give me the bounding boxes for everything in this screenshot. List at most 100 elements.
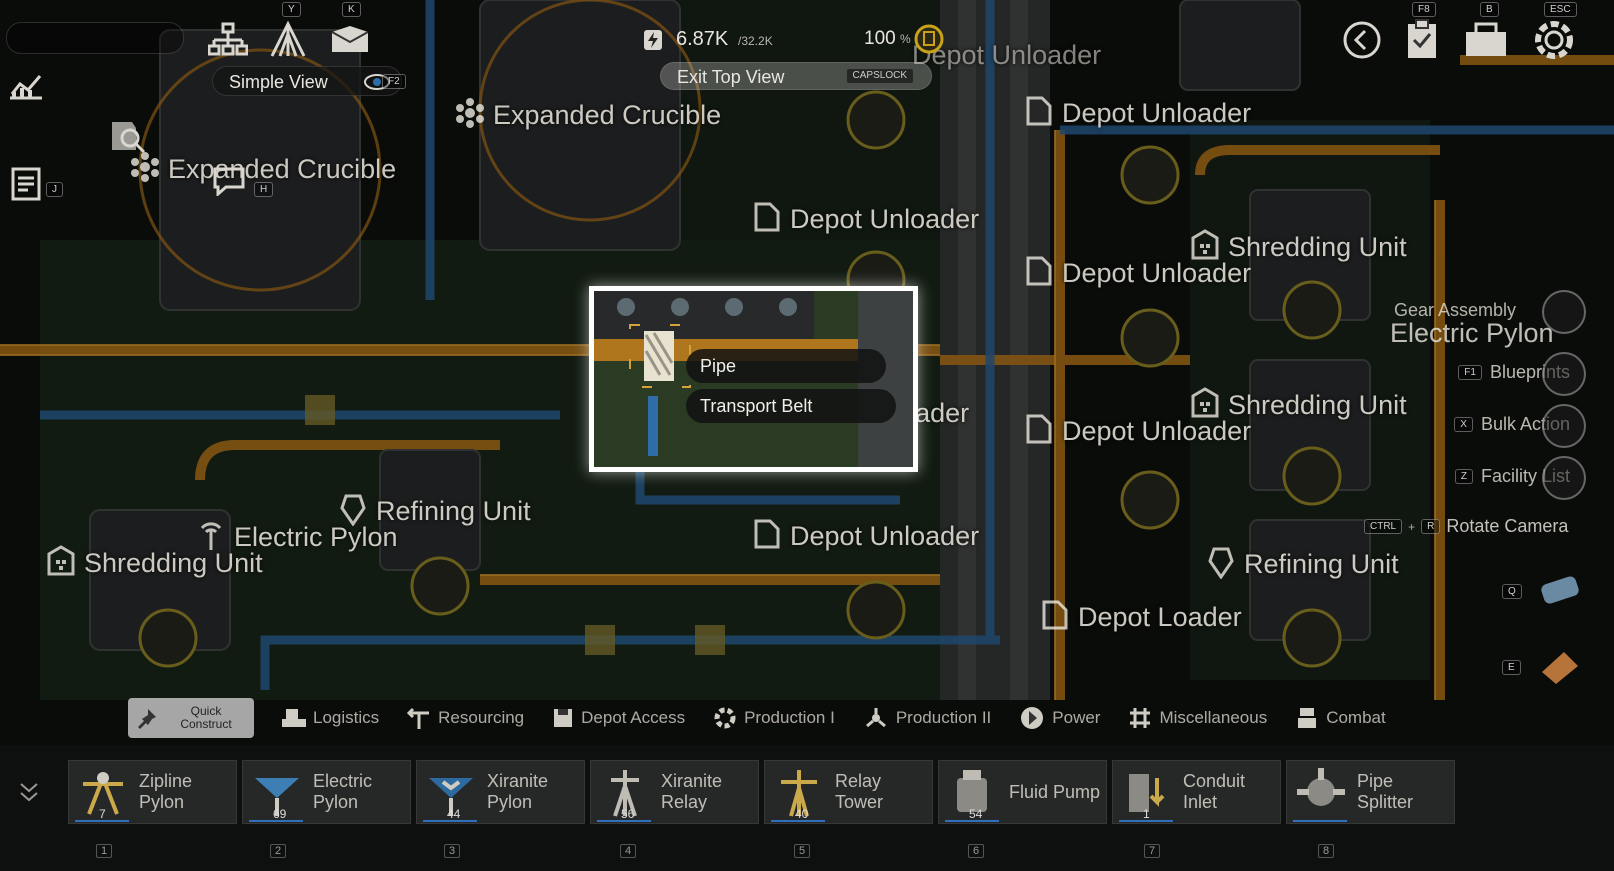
tray-slot-zipline-pylon[interactable]: 7 Zipline Pylon	[68, 760, 237, 824]
map-label-electric-pylon: Electric Pylon	[196, 518, 398, 553]
tray-slot-electric-pylon[interactable]: 69 Electric Pylon	[242, 760, 411, 824]
tray-slot-conduit-inlet[interactable]: 1 Conduit Inlet	[1112, 760, 1281, 824]
blueprints-button[interactable]	[1542, 352, 1586, 396]
map-label-refining-unit: Refining Unit	[1206, 545, 1399, 580]
hotkey-5: 5	[794, 844, 811, 858]
clipboard-icon[interactable]	[1404, 18, 1440, 60]
hotkey-7: 7	[1144, 844, 1161, 858]
key-hint-y: Y	[282, 2, 301, 17]
power-capacity: /32.2K	[738, 34, 773, 48]
map-label-shredding-unit: Shredding Unit	[1190, 228, 1407, 263]
electric-pylon-label: Electric Pylon	[1390, 318, 1554, 348]
build-option-pipe[interactable]: Pipe	[686, 349, 886, 383]
chat-icon[interactable]	[212, 166, 246, 196]
stats-chart-icon[interactable]	[8, 68, 44, 100]
build-tray: 7 Zipline Pylon 69 Electric Pylon 44 Xir…	[68, 760, 1455, 824]
key-hint-k: K	[342, 2, 361, 17]
rotate-camera-hint[interactable]: CTRL + R Rotate Camera	[1364, 516, 1568, 537]
map-label-expanded-crucible: Expanded Crucible	[455, 96, 721, 131]
pylon-icon	[200, 522, 222, 550]
depot-icon	[1026, 96, 1052, 126]
back-icon[interactable]	[1342, 20, 1382, 60]
quick-construct-button[interactable]: Quick Construct	[128, 698, 254, 738]
pipe-splitter-icon	[1297, 768, 1345, 806]
depot-icon	[754, 519, 780, 549]
shredder-icon	[47, 545, 75, 576]
hierarchy-icon[interactable]	[208, 22, 248, 58]
production-ii-icon	[865, 708, 886, 728]
build-option-transport-belt[interactable]: Transport Belt	[686, 389, 896, 423]
key-hint-b: B	[1480, 2, 1499, 17]
key-hint-j: J	[46, 182, 63, 197]
tray-slot-relay-tower[interactable]: 40 Relay Tower	[764, 760, 933, 824]
shredder-icon	[1191, 387, 1219, 418]
power-current: 6.87K	[676, 28, 729, 50]
misc-grid-icon	[1130, 708, 1151, 728]
refinery-icon	[1208, 547, 1234, 579]
hotkey-3: 3	[444, 844, 461, 858]
category-resourcing[interactable]: Resourcing	[393, 697, 538, 739]
build-selection-popup: Pipe Transport Belt	[589, 286, 918, 472]
game-viewport[interactable]: Expanded Crucible Expanded Crucible Depo…	[0, 0, 1614, 871]
tray-slot-pipe-splitter[interactable]: Pipe Splitter	[1286, 760, 1455, 824]
shredder-icon	[1191, 229, 1219, 260]
category-miscellaneous[interactable]: Miscellaneous	[1114, 697, 1281, 739]
crucible-icon	[131, 152, 159, 182]
category-power[interactable]: Power	[1005, 697, 1114, 739]
hotkey-6: 6	[968, 844, 985, 858]
settings-gear-icon[interactable]	[1530, 16, 1578, 64]
map-label-expanded-crucible: Expanded Crucible	[130, 150, 396, 185]
logistics-icon	[282, 709, 306, 727]
tray-slot-fluid-pump[interactable]: 54 Fluid Pump	[938, 760, 1107, 824]
rotate-left-tool-icon[interactable]	[1536, 570, 1584, 612]
combat-turret-icon	[1298, 708, 1317, 728]
hotkey-2: 2	[270, 844, 287, 858]
category-combat[interactable]: Combat	[1281, 697, 1400, 739]
power-icon	[1021, 707, 1044, 729]
map-label-depot-loader: Depot Loader	[1040, 598, 1242, 633]
key-hint-q: Q	[1502, 584, 1522, 599]
facility-list-button[interactable]	[1542, 456, 1586, 500]
crucible-icon	[456, 98, 484, 128]
collapse-chevron-icon[interactable]	[18, 780, 40, 804]
inventory-bag-icon[interactable]	[1464, 22, 1508, 58]
search-box[interactable]	[6, 22, 184, 54]
hotkey-8: 8	[1318, 844, 1335, 858]
build-category-bar: Quick Construct Logistics Resourcing Dep…	[128, 697, 1492, 739]
bulk-action-button[interactable]	[1542, 404, 1586, 448]
magnifier-map-icon[interactable]	[108, 118, 148, 154]
battery-gauge-icon	[914, 24, 944, 54]
task-list-icon[interactable]	[10, 166, 42, 202]
mail-icon[interactable]	[330, 24, 370, 54]
tray-slot-xiranite-pylon[interactable]: 44 Xiranite Pylon	[416, 760, 585, 824]
depot-icon	[1026, 414, 1052, 444]
map-label-depot-unloader: Depot Unloader	[752, 200, 979, 235]
gear-assembly-button[interactable]	[1542, 290, 1586, 334]
depot-icon	[1026, 256, 1052, 286]
key-hint-esc: ESC	[1544, 2, 1577, 17]
production-gear-icon	[714, 707, 736, 729]
key-hint-h: H	[254, 182, 274, 197]
key-hint-f2: F2	[382, 74, 406, 89]
tray-slot-xiranite-relay[interactable]: 56 Xiranite Relay	[590, 760, 759, 824]
category-logistics[interactable]: Logistics	[268, 697, 393, 739]
percent-sign: %	[900, 32, 911, 46]
depot-icon	[1042, 600, 1068, 630]
category-production-ii[interactable]: Production II	[849, 697, 1005, 739]
category-production-i[interactable]: Production I	[699, 697, 849, 739]
simple-view-button[interactable]: Simple View	[212, 66, 402, 96]
key-hint-capslock: CAPSLOCK	[846, 69, 913, 83]
hotkey-4: 4	[620, 844, 637, 858]
rotate-right-tool-icon[interactable]	[1536, 646, 1584, 688]
depot-access-icon	[554, 709, 573, 727]
power-percent: 100	[864, 28, 896, 49]
blueprint-tower-icon[interactable]	[268, 20, 308, 58]
pin-icon	[138, 709, 156, 729]
key-hint-e: E	[1502, 660, 1521, 675]
power-status: 6.87K /32.2K 100 %	[642, 24, 947, 54]
exit-top-view-button[interactable]: Exit Top View CAPSLOCK	[660, 62, 932, 90]
category-depot-access[interactable]: Depot Access	[538, 697, 699, 739]
power-bolt-icon	[644, 30, 662, 50]
hotkey-1: 1	[96, 844, 113, 858]
map-label-depot-unloader: Depot Unloader	[752, 517, 979, 552]
